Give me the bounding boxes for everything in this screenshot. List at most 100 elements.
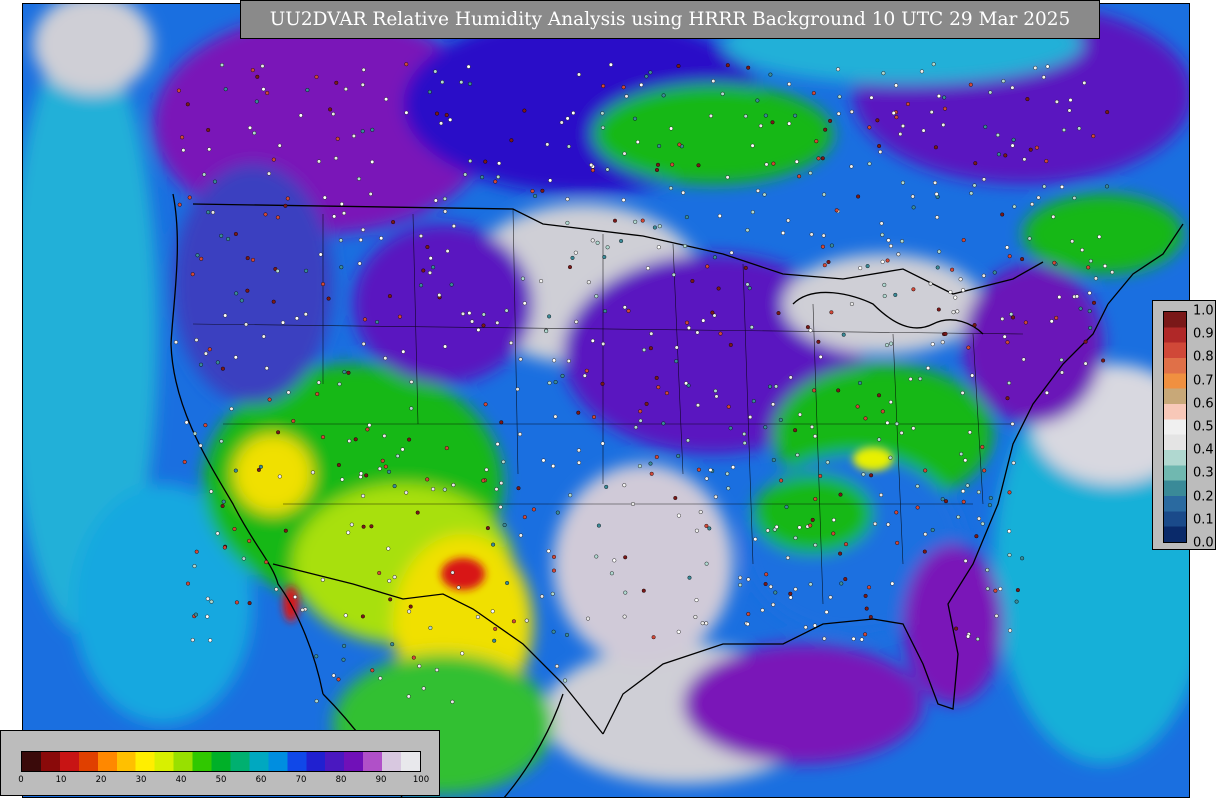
station-marker	[184, 420, 189, 425]
station-marker	[326, 296, 331, 301]
rh-tick-label: 70	[295, 775, 307, 785]
station-marker	[705, 264, 710, 269]
station-marker	[314, 74, 319, 79]
station-marker	[961, 489, 966, 494]
station-marker	[431, 265, 436, 270]
station-marker	[547, 314, 552, 319]
station-marker	[803, 625, 808, 630]
station-marker	[391, 220, 396, 225]
station-marker	[387, 469, 392, 474]
station-marker	[673, 496, 678, 501]
station-marker	[877, 437, 882, 442]
station-marker	[894, 421, 899, 426]
station-marker	[633, 425, 638, 430]
station-marker	[906, 101, 911, 106]
station-marker	[586, 616, 591, 621]
station-marker	[771, 602, 776, 607]
station-marker	[592, 415, 597, 420]
station-marker	[648, 346, 653, 351]
station-marker	[305, 87, 310, 92]
station-marker	[992, 270, 997, 275]
station-marker	[982, 177, 987, 182]
station-marker	[988, 496, 993, 501]
station-marker	[923, 468, 928, 473]
station-marker	[824, 610, 829, 615]
gulf-purple	[683, 644, 923, 764]
station-marker	[664, 391, 669, 396]
station-marker	[466, 64, 471, 69]
station-marker	[496, 174, 501, 179]
station-marker	[713, 494, 718, 499]
station-marker	[501, 459, 506, 464]
station-marker	[933, 180, 938, 185]
station-marker	[459, 80, 464, 85]
station-marker	[419, 283, 424, 288]
station-marker	[896, 252, 901, 257]
station-marker	[433, 198, 438, 203]
station-marker	[559, 120, 564, 125]
station-marker	[865, 264, 870, 269]
station-marker	[940, 340, 945, 345]
station-marker	[361, 341, 366, 346]
station-marker	[622, 483, 627, 488]
station-marker	[570, 255, 575, 260]
station-marker	[746, 612, 751, 617]
station-marker	[369, 524, 374, 529]
station-marker	[1077, 126, 1082, 131]
station-marker	[676, 513, 681, 518]
station-marker	[595, 240, 600, 245]
station-marker	[930, 528, 935, 533]
station-marker	[624, 94, 629, 99]
station-marker	[1000, 316, 1005, 321]
station-marker	[843, 577, 848, 582]
station-marker	[693, 615, 698, 620]
station-marker	[657, 224, 662, 229]
station-marker	[539, 279, 544, 284]
station-marker	[1044, 390, 1049, 395]
station-marker	[336, 677, 341, 682]
station-marker	[456, 585, 461, 590]
station-marker	[649, 331, 654, 336]
station-marker	[328, 107, 333, 112]
station-marker	[878, 149, 883, 154]
station-marker	[219, 439, 224, 444]
station-marker	[264, 366, 269, 371]
rh-colorbar	[21, 751, 421, 772]
station-marker	[450, 570, 455, 575]
station-marker	[522, 301, 527, 306]
station-marker	[439, 121, 444, 126]
station-marker	[244, 322, 249, 327]
station-marker	[576, 410, 581, 415]
station-marker	[900, 180, 905, 185]
station-marker	[185, 581, 190, 586]
station-marker	[869, 473, 874, 478]
station-marker	[252, 131, 257, 136]
station-marker	[361, 524, 366, 529]
station-marker	[747, 286, 752, 291]
station-marker	[974, 534, 979, 539]
station-marker	[622, 305, 627, 310]
station-marker	[254, 99, 259, 104]
station-marker	[533, 193, 538, 198]
station-marker	[704, 476, 709, 481]
station-marker	[1010, 85, 1015, 90]
station-marker	[793, 428, 798, 433]
station-marker	[577, 72, 582, 77]
station-marker	[281, 320, 286, 325]
station-marker	[771, 458, 776, 463]
station-marker	[1002, 334, 1007, 339]
station-marker	[714, 394, 719, 399]
station-marker	[725, 63, 730, 68]
station-marker	[182, 459, 187, 464]
station-marker	[250, 257, 255, 262]
station-marker	[768, 584, 773, 589]
station-marker	[1003, 153, 1008, 158]
station-marker	[293, 595, 298, 600]
station-marker	[898, 132, 903, 137]
station-marker	[810, 424, 815, 429]
station-marker	[934, 192, 939, 197]
station-marker	[963, 458, 968, 463]
station-marker	[895, 540, 900, 545]
station-marker	[1042, 184, 1047, 189]
station-marker	[926, 366, 931, 371]
